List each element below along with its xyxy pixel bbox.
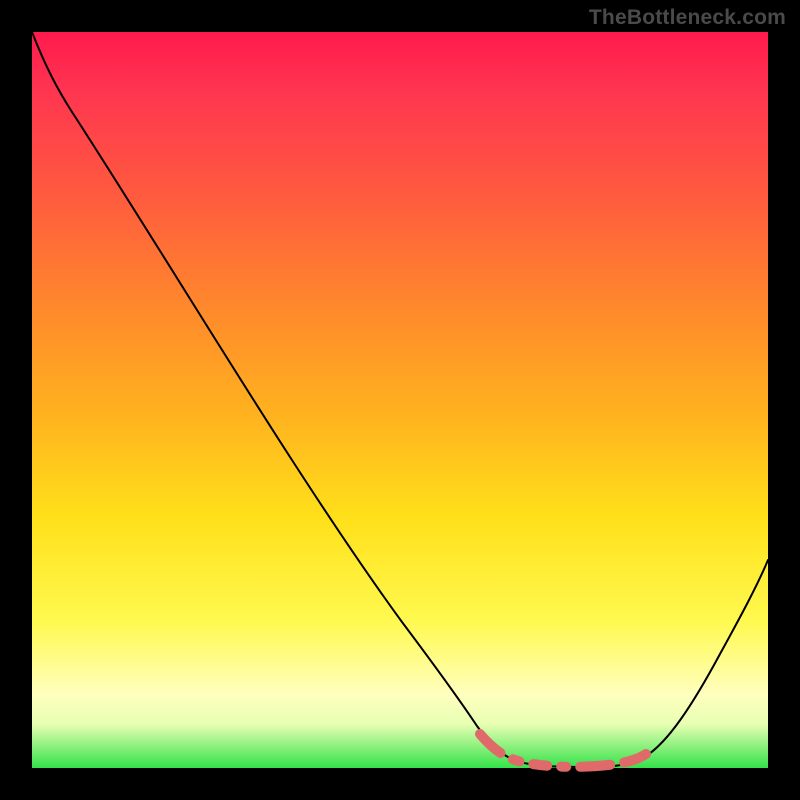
minimum-region-dash <box>480 734 646 767</box>
chart-stage: TheBottleneck.com <box>0 0 800 800</box>
plot-area <box>32 32 768 768</box>
watermark-text: TheBottleneck.com <box>589 6 786 30</box>
bottleneck-curve <box>32 32 768 767</box>
curve-svg <box>32 32 768 768</box>
